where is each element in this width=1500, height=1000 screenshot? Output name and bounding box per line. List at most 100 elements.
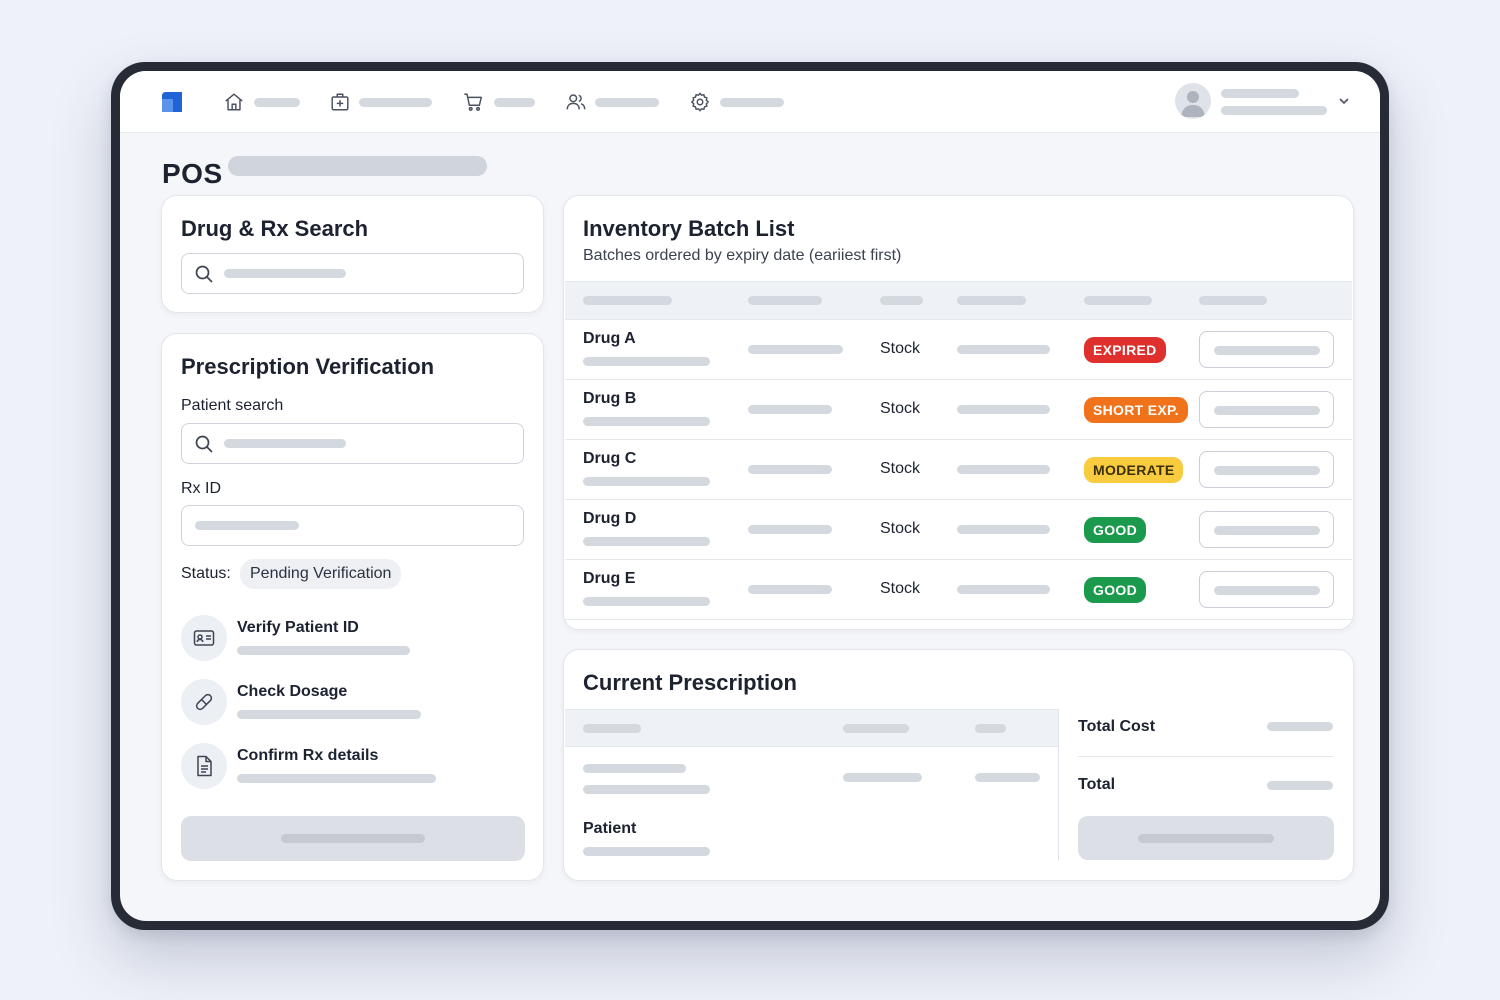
top-nav-bar xyxy=(120,71,1380,133)
nav-settings-label-placeholder xyxy=(720,97,784,107)
page-title: POS xyxy=(162,158,223,189)
verify-patient-id-desc-placeholder xyxy=(237,646,410,655)
brand-logo[interactable] xyxy=(160,90,184,114)
nav-pharmacy[interactable] xyxy=(329,89,432,115)
inventory-batch-card: Inventory Batch List Batches ordered by … xyxy=(563,195,1354,630)
total-cost-label: Total Cost xyxy=(1078,718,1156,735)
medical-kit-icon xyxy=(331,93,349,111)
nav-home[interactable] xyxy=(223,89,300,115)
row-action-button[interactable] xyxy=(1199,331,1334,368)
drug-detail-placeholder xyxy=(583,357,710,366)
nav-home-label-placeholder xyxy=(254,97,300,107)
search-icon xyxy=(195,435,213,453)
cart-icon xyxy=(464,93,482,111)
row-action-button[interactable] xyxy=(1199,391,1334,428)
summary-divider xyxy=(1058,709,1059,860)
col-header-expiry xyxy=(957,296,1026,305)
row-action-button[interactable] xyxy=(1199,511,1334,548)
checkout-button[interactable] xyxy=(1078,816,1334,860)
col-header-stock xyxy=(880,296,923,305)
expiry-placeholder xyxy=(957,465,1050,474)
id-card-icon xyxy=(193,630,215,646)
verify-patient-id-step-icon-wrap xyxy=(181,615,227,661)
drug-name: Drug D xyxy=(583,510,637,527)
drug-detail-placeholder xyxy=(583,537,710,546)
expiry-placeholder xyxy=(957,345,1050,354)
drug-search-card: Drug & Rx Search xyxy=(161,195,544,313)
rx-id-placeholder-bar xyxy=(195,521,299,530)
confirm-rx-desc-placeholder xyxy=(237,774,436,783)
check-dosage-step[interactable]: Check Dosage xyxy=(237,683,347,701)
total-value-placeholder xyxy=(1267,781,1333,790)
verify-prescription-button[interactable] xyxy=(181,816,525,861)
status-badge-moderate: MODERATE xyxy=(1084,457,1184,483)
page-subtitle-placeholder xyxy=(228,156,487,176)
nav-patients[interactable] xyxy=(565,89,659,115)
user-menu[interactable] xyxy=(1175,83,1360,121)
stock-label: Stock xyxy=(880,460,921,477)
summary-separator xyxy=(1078,756,1333,757)
drug-search-title: Drug & Rx Search xyxy=(181,216,369,241)
inventory-subtitle: Batches ordered by expiry date (eariiest… xyxy=(583,247,902,264)
row-action-label-placeholder xyxy=(1214,526,1320,535)
document-icon xyxy=(197,755,212,777)
nav-settings[interactable] xyxy=(689,89,784,115)
current-prescription-card: Current Prescription Patient Total Cost … xyxy=(563,649,1354,881)
patient-search-placeholder-bar xyxy=(224,439,346,448)
check-dosage-desc-placeholder xyxy=(237,710,421,719)
batch-placeholder xyxy=(748,585,832,594)
row-action-button[interactable] xyxy=(1199,451,1334,488)
status-badge-good: GOOD xyxy=(1084,517,1146,543)
table-row[interactable]: Drug A Stock EXPIRED xyxy=(565,320,1352,380)
status-label: Status: xyxy=(181,565,231,582)
patient-name-placeholder xyxy=(583,847,710,856)
user-avatar-icon xyxy=(1181,91,1205,117)
stock-label: Stock xyxy=(880,340,921,357)
total-label: Total xyxy=(1078,776,1116,793)
table-row[interactable]: Drug C Stock MODERATE xyxy=(565,440,1352,500)
search-placeholder-bar xyxy=(224,269,346,278)
chevron-down-icon xyxy=(1339,98,1349,105)
expiry-placeholder xyxy=(957,585,1050,594)
stock-label: Stock xyxy=(880,520,921,537)
home-icon xyxy=(225,93,243,111)
row-action-label-placeholder xyxy=(1214,466,1320,475)
current-prescription-title: Current Prescription xyxy=(583,670,797,695)
items-col-header-price xyxy=(975,724,1006,733)
verify-patient-id-step[interactable]: Verify Patient ID xyxy=(237,619,359,637)
prescription-verification-card: Prescription Verification Patient search… xyxy=(161,333,544,881)
checkout-button-label-placeholder xyxy=(1138,834,1274,843)
status-badge-good: GOOD xyxy=(1084,577,1146,603)
items-col-header-qty xyxy=(843,724,909,733)
confirm-rx-details-step[interactable]: Confirm Rx details xyxy=(237,747,378,765)
table-row[interactable]: Drug B Stock SHORT EXP. xyxy=(565,380,1352,440)
pill-icon xyxy=(195,693,213,711)
search-icon xyxy=(195,265,213,283)
table-row[interactable]: Drug E Stock GOOD xyxy=(565,560,1352,620)
nav-cart[interactable] xyxy=(462,89,535,115)
avatar xyxy=(1175,83,1211,119)
drug-detail-placeholder xyxy=(583,417,710,426)
status-badge-short-exp: SHORT EXP. xyxy=(1084,397,1188,423)
prescription-items-header xyxy=(565,709,1059,747)
prescription-verification-title: Prescription Verification xyxy=(181,354,435,379)
nav-patients-label-placeholder xyxy=(595,97,659,107)
row-action-label-placeholder xyxy=(1214,586,1320,595)
drug-search-input[interactable] xyxy=(181,253,524,294)
rx-id-input[interactable] xyxy=(181,505,524,546)
check-dosage-step-icon-wrap xyxy=(181,679,227,725)
status-badge: Pending Verification xyxy=(240,559,402,589)
batch-placeholder xyxy=(748,525,832,534)
item-price-placeholder xyxy=(975,773,1040,782)
table-row[interactable]: Drug D Stock GOOD xyxy=(565,500,1352,560)
expiry-placeholder xyxy=(957,525,1050,534)
item-name-placeholder xyxy=(583,764,686,773)
total-cost-value-placeholder xyxy=(1267,722,1333,731)
row-action-button[interactable] xyxy=(1199,571,1334,608)
patient-search-input[interactable] xyxy=(181,423,524,464)
drug-detail-placeholder xyxy=(583,477,710,486)
row-action-label-placeholder xyxy=(1214,346,1320,355)
batch-placeholder xyxy=(748,345,843,354)
verify-button-label-placeholder xyxy=(281,834,425,843)
nav-pharmacy-label-placeholder xyxy=(359,97,432,107)
